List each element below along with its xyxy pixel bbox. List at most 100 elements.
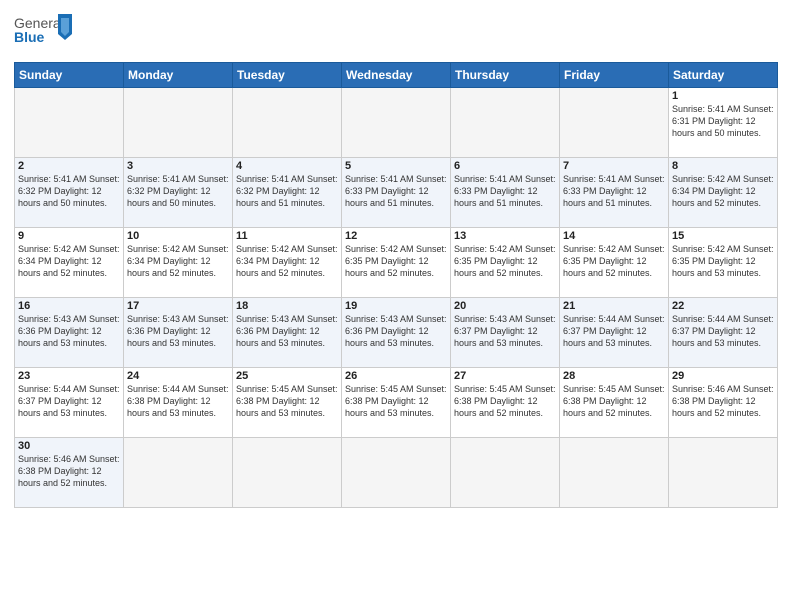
- calendar-day-cell: 11Sunrise: 5:42 AM Sunset: 6:34 PM Dayli…: [233, 228, 342, 298]
- calendar-day-cell: 18Sunrise: 5:43 AM Sunset: 6:36 PM Dayli…: [233, 298, 342, 368]
- day-number: 18: [236, 300, 338, 312]
- day-info: Sunrise: 5:43 AM Sunset: 6:36 PM Dayligh…: [18, 313, 120, 349]
- calendar-day-cell: [560, 438, 669, 508]
- header-saturday: Saturday: [669, 63, 778, 88]
- calendar-day-cell: [451, 438, 560, 508]
- calendar-day-cell: [15, 88, 124, 158]
- day-number: 29: [672, 370, 774, 382]
- day-number: 15: [672, 230, 774, 242]
- calendar-week-row: 30Sunrise: 5:46 AM Sunset: 6:38 PM Dayli…: [15, 438, 778, 508]
- day-info: Sunrise: 5:43 AM Sunset: 6:36 PM Dayligh…: [345, 313, 447, 349]
- calendar-day-cell: [233, 438, 342, 508]
- day-number: 9: [18, 230, 120, 242]
- day-info: Sunrise: 5:44 AM Sunset: 6:37 PM Dayligh…: [563, 313, 665, 349]
- calendar-table: Sunday Monday Tuesday Wednesday Thursday…: [14, 62, 778, 508]
- calendar-day-cell: 30Sunrise: 5:46 AM Sunset: 6:38 PM Dayli…: [15, 438, 124, 508]
- calendar-day-cell: 20Sunrise: 5:43 AM Sunset: 6:37 PM Dayli…: [451, 298, 560, 368]
- day-number: 24: [127, 370, 229, 382]
- day-number: 3: [127, 160, 229, 172]
- calendar-day-cell: 27Sunrise: 5:45 AM Sunset: 6:38 PM Dayli…: [451, 368, 560, 438]
- calendar-day-cell: [342, 438, 451, 508]
- day-info: Sunrise: 5:41 AM Sunset: 6:33 PM Dayligh…: [345, 173, 447, 209]
- day-number: 1: [672, 90, 774, 102]
- day-info: Sunrise: 5:46 AM Sunset: 6:38 PM Dayligh…: [672, 383, 774, 419]
- calendar-week-row: 16Sunrise: 5:43 AM Sunset: 6:36 PM Dayli…: [15, 298, 778, 368]
- day-info: Sunrise: 5:41 AM Sunset: 6:32 PM Dayligh…: [127, 173, 229, 209]
- day-info: Sunrise: 5:44 AM Sunset: 6:37 PM Dayligh…: [672, 313, 774, 349]
- day-number: 20: [454, 300, 556, 312]
- calendar-day-cell: 2Sunrise: 5:41 AM Sunset: 6:32 PM Daylig…: [15, 158, 124, 228]
- calendar-day-cell: 5Sunrise: 5:41 AM Sunset: 6:33 PM Daylig…: [342, 158, 451, 228]
- day-info: Sunrise: 5:41 AM Sunset: 6:32 PM Dayligh…: [236, 173, 338, 209]
- header-thursday: Thursday: [451, 63, 560, 88]
- header-sunday: Sunday: [15, 63, 124, 88]
- calendar-day-cell: 21Sunrise: 5:44 AM Sunset: 6:37 PM Dayli…: [560, 298, 669, 368]
- day-info: Sunrise: 5:42 AM Sunset: 6:35 PM Dayligh…: [345, 243, 447, 279]
- day-info: Sunrise: 5:44 AM Sunset: 6:37 PM Dayligh…: [18, 383, 120, 419]
- calendar-day-cell: 19Sunrise: 5:43 AM Sunset: 6:36 PM Dayli…: [342, 298, 451, 368]
- day-info: Sunrise: 5:42 AM Sunset: 6:35 PM Dayligh…: [672, 243, 774, 279]
- day-info: Sunrise: 5:42 AM Sunset: 6:34 PM Dayligh…: [236, 243, 338, 279]
- header-friday: Friday: [560, 63, 669, 88]
- day-number: 4: [236, 160, 338, 172]
- day-info: Sunrise: 5:42 AM Sunset: 6:34 PM Dayligh…: [127, 243, 229, 279]
- day-number: 17: [127, 300, 229, 312]
- svg-text:Blue: Blue: [14, 29, 45, 45]
- day-number: 21: [563, 300, 665, 312]
- day-number: 19: [345, 300, 447, 312]
- page: General Blue Sunday Monday Tuesday Wedne…: [0, 0, 792, 518]
- day-number: 12: [345, 230, 447, 242]
- day-info: Sunrise: 5:43 AM Sunset: 6:36 PM Dayligh…: [127, 313, 229, 349]
- calendar-day-cell: 23Sunrise: 5:44 AM Sunset: 6:37 PM Dayli…: [15, 368, 124, 438]
- calendar-day-cell: [451, 88, 560, 158]
- day-number: 30: [18, 440, 120, 452]
- day-number: 5: [345, 160, 447, 172]
- calendar-week-row: 2 Sunrise: 5:41 AM Sunset: 6:32 PM Daylig…: [15, 158, 778, 228]
- calendar-day-cell: 17Sunrise: 5:43 AM Sunset: 6:36 PM Dayli…: [124, 298, 233, 368]
- logo: General Blue: [14, 10, 74, 54]
- day-info: Sunrise: 5:42 AM Sunset: 6:34 PM Dayligh…: [672, 173, 774, 209]
- generalblue-logo-icon: General Blue: [14, 10, 74, 54]
- day-number: 25: [236, 370, 338, 382]
- calendar-day-cell: 4Sunrise: 5:41 AM Sunset: 6:32 PM Daylig…: [233, 158, 342, 228]
- calendar-day-cell: [233, 88, 342, 158]
- weekday-header-row: Sunday Monday Tuesday Wednesday Thursday…: [15, 63, 778, 88]
- calendar-day-cell: 12Sunrise: 5:42 AM Sunset: 6:35 PM Dayli…: [342, 228, 451, 298]
- day-number: 6: [454, 160, 556, 172]
- calendar-day-cell: 3Sunrise: 5:41 AM Sunset: 6:32 PM Daylig…: [124, 158, 233, 228]
- calendar-week-row: 23Sunrise: 5:44 AM Sunset: 6:37 PM Dayli…: [15, 368, 778, 438]
- calendar-day-cell: 25Sunrise: 5:45 AM Sunset: 6:38 PM Dayli…: [233, 368, 342, 438]
- calendar-week-row: 1Sunrise: 5:41 AM Sunset: 6:31 PM Daylig…: [15, 88, 778, 158]
- day-info: Sunrise: 5:41 AM Sunset: 6:31 PM Dayligh…: [672, 103, 774, 139]
- day-info: Sunrise: 5:45 AM Sunset: 6:38 PM Dayligh…: [236, 383, 338, 419]
- calendar-day-cell: 28Sunrise: 5:45 AM Sunset: 6:38 PM Dayli…: [560, 368, 669, 438]
- day-number: 13: [454, 230, 556, 242]
- day-number: 27: [454, 370, 556, 382]
- calendar-day-cell: 16Sunrise: 5:43 AM Sunset: 6:36 PM Dayli…: [15, 298, 124, 368]
- calendar-day-cell: 6Sunrise: 5:41 AM Sunset: 6:33 PM Daylig…: [451, 158, 560, 228]
- day-info: Sunrise: 5:43 AM Sunset: 6:37 PM Dayligh…: [454, 313, 556, 349]
- day-info: Sunrise: 5:42 AM Sunset: 6:34 PM Dayligh…: [18, 243, 120, 279]
- calendar-day-cell: 8Sunrise: 5:42 AM Sunset: 6:34 PM Daylig…: [669, 158, 778, 228]
- calendar-day-cell: 15Sunrise: 5:42 AM Sunset: 6:35 PM Dayli…: [669, 228, 778, 298]
- calendar-day-cell: 26Sunrise: 5:45 AM Sunset: 6:38 PM Dayli…: [342, 368, 451, 438]
- calendar-day-cell: 1Sunrise: 5:41 AM Sunset: 6:31 PM Daylig…: [669, 88, 778, 158]
- calendar-day-cell: 29Sunrise: 5:46 AM Sunset: 6:38 PM Dayli…: [669, 368, 778, 438]
- day-number: 16: [18, 300, 120, 312]
- day-info: Sunrise: 5:41 AM Sunset: 6:33 PM Dayligh…: [563, 173, 665, 209]
- day-number: 28: [563, 370, 665, 382]
- header-monday: Monday: [124, 63, 233, 88]
- calendar-day-cell: 10Sunrise: 5:42 AM Sunset: 6:34 PM Dayli…: [124, 228, 233, 298]
- header: General Blue: [14, 10, 778, 54]
- calendar-day-cell: 14Sunrise: 5:42 AM Sunset: 6:35 PM Dayli…: [560, 228, 669, 298]
- day-info: Sunrise: 5:45 AM Sunset: 6:38 PM Dayligh…: [345, 383, 447, 419]
- day-info: Sunrise: 5:43 AM Sunset: 6:36 PM Dayligh…: [236, 313, 338, 349]
- day-number: 2: [18, 160, 120, 172]
- day-number: 22: [672, 300, 774, 312]
- calendar-day-cell: [124, 438, 233, 508]
- day-info: Sunrise: 5:46 AM Sunset: 6:38 PM Dayligh…: [18, 453, 120, 489]
- day-info: Sunrise: 5:45 AM Sunset: 6:38 PM Dayligh…: [454, 383, 556, 419]
- calendar-day-cell: [342, 88, 451, 158]
- calendar-day-cell: [669, 438, 778, 508]
- calendar-day-cell: 13Sunrise: 5:42 AM Sunset: 6:35 PM Dayli…: [451, 228, 560, 298]
